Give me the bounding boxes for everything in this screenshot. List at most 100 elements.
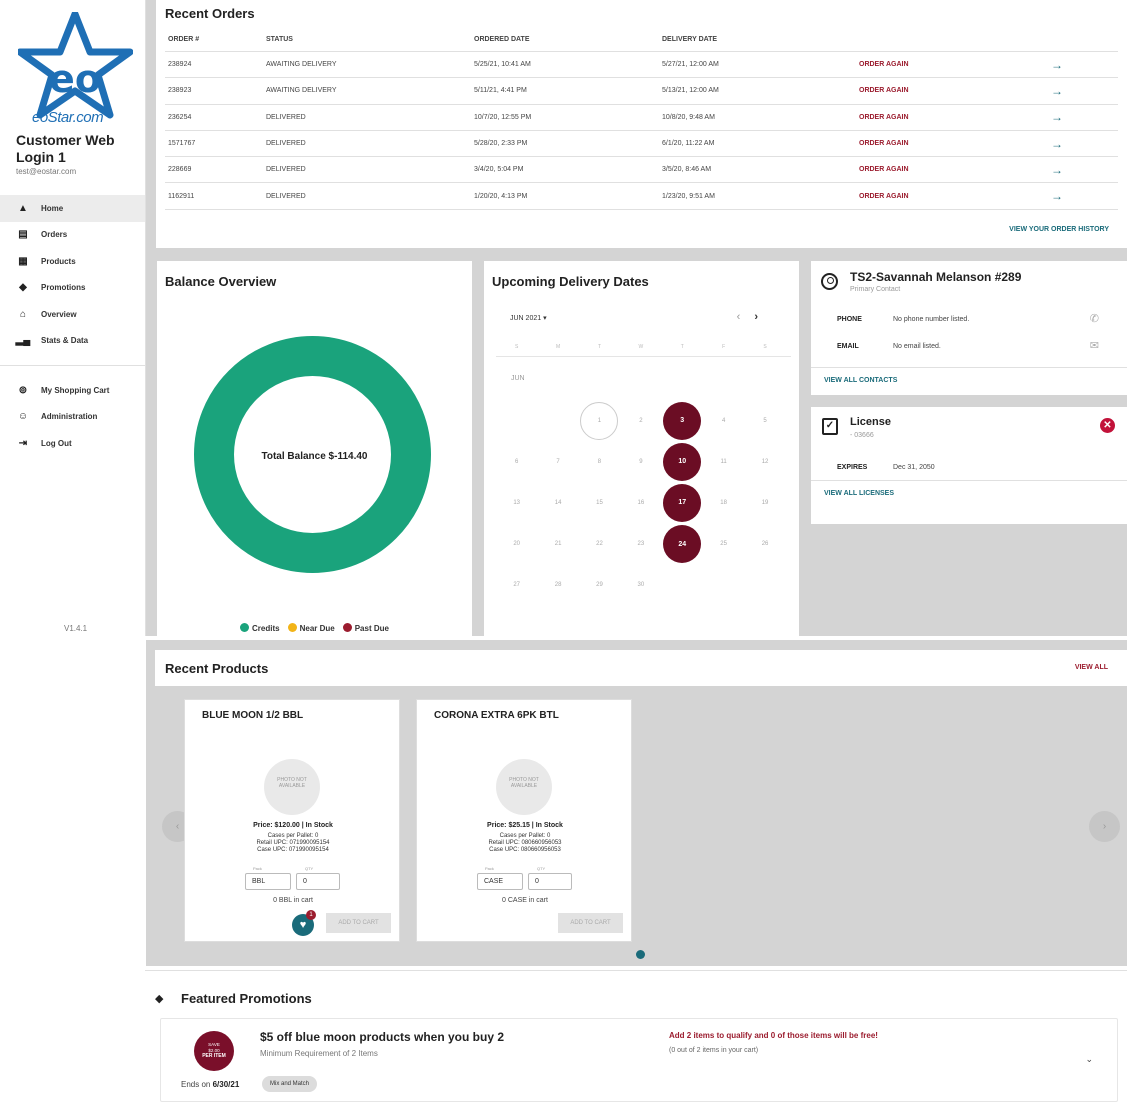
calendar-day[interactable]: 12: [744, 441, 785, 482]
mix-and-match-chip: Mix and Match: [262, 1076, 318, 1092]
promotion-item[interactable]: SAVE $2.00 PER ITEM Ends on 6/30/21 $5 o…: [160, 1018, 1118, 1102]
license-number: - 03666: [850, 432, 874, 439]
sidebar-item-stats[interactable]: ▂▄ Stats & Data: [0, 328, 145, 355]
sidebar-item-cart[interactable]: ⊚ My Shopping Cart: [0, 377, 145, 404]
order-number: 1571767: [168, 140, 196, 148]
phone-icon[interactable]: ✆: [1090, 312, 1099, 325]
calendar-day[interactable]: 20: [496, 524, 537, 565]
sidebar-item-administration[interactable]: ☺ Administration: [0, 404, 145, 431]
order-again-button[interactable]: ORDER AGAIN: [859, 157, 909, 182]
sidebar-item-overview[interactable]: ⌂ Overview: [0, 301, 145, 328]
view-order-history-link[interactable]: VIEW YOUR ORDER HISTORY: [1009, 226, 1109, 233]
calendar-day[interactable]: 19: [744, 482, 785, 523]
calendar-day[interactable]: 9: [620, 441, 661, 482]
calendar-day[interactable]: 29: [579, 565, 620, 606]
calendar-day[interactable]: 28: [537, 565, 578, 606]
carousel-page-dot[interactable]: [636, 950, 645, 959]
pack-label: Pack: [483, 866, 496, 871]
calendar-day[interactable]: 2: [620, 400, 661, 441]
pack-select[interactable]: BBL: [245, 873, 291, 890]
next-month-icon[interactable]: ›: [754, 311, 772, 323]
add-to-cart-button[interactable]: ADD TO CART: [558, 913, 623, 933]
recent-products-header: Recent Products VIEW ALL: [155, 650, 1127, 686]
sidebar-item-home[interactable]: ▲ Home: [0, 195, 145, 222]
sidebar-item-products[interactable]: ▦ Products: [0, 248, 145, 275]
table-row[interactable]: 228669 DELIVERED 3/4/20, 5:04 PM 3/5/20, 8:…: [165, 157, 1118, 184]
sidebar-item-orders[interactable]: ▤ Orders: [0, 222, 145, 249]
table-row[interactable]: 236254 DELIVERED 10/7/20, 12:55 PM 10/8/20,…: [165, 105, 1118, 131]
ordered-date: 3/4/20, 5:04 PM: [474, 166, 524, 174]
calendar-day[interactable]: 1: [579, 400, 620, 441]
calendar-day[interactable]: 13: [496, 482, 537, 523]
table-row[interactable]: 238923 AWAITING DELIVERY 5/11/21, 4:41 PM 5…: [165, 78, 1118, 105]
calendar-day[interactable]: 11: [703, 441, 744, 482]
calendar-month-label: JUN: [511, 375, 525, 382]
calendar-day[interactable]: 24: [662, 524, 703, 565]
order-again-button[interactable]: ORDER AGAIN: [859, 105, 909, 130]
ordered-date: 5/25/21, 10:41 AM: [474, 61, 531, 69]
calendar-day[interactable]: 15: [579, 482, 620, 523]
featured-promotions-title: Featured Promotions: [181, 991, 312, 1006]
arrow-right-icon[interactable]: →: [1051, 52, 1063, 77]
calendar-day[interactable]: 30: [620, 565, 661, 606]
view-all-licenses-link[interactable]: VIEW ALL LICENSES: [824, 490, 894, 497]
calendar-day[interactable]: 14: [537, 482, 578, 523]
calendar-day[interactable]: 6: [496, 441, 537, 482]
user-name: Customer Web Login 1: [16, 132, 115, 165]
in-cart-count: 0 CASE in cart: [502, 897, 548, 904]
arrow-right-icon[interactable]: →: [1051, 78, 1063, 103]
calendar-day[interactable]: 23: [620, 524, 661, 565]
legend-item-past-due[interactable]: Past Due: [342, 623, 389, 633]
table-row[interactable]: 238924 AWAITING DELIVERY 5/25/21, 10:41 AM…: [165, 52, 1118, 79]
close-circle-icon[interactable]: ✕: [1100, 418, 1115, 433]
calendar-day[interactable]: 25: [703, 524, 744, 565]
chevron-down-icon[interactable]: ⌄: [1085, 1054, 1093, 1065]
view-all-products-link[interactable]: VIEW ALL: [1075, 664, 1108, 671]
order-again-button[interactable]: ORDER AGAIN: [859, 78, 909, 103]
mail-icon[interactable]: ✉: [1090, 339, 1099, 352]
legend-item-near-due[interactable]: Near Due: [287, 623, 335, 633]
order-again-button[interactable]: ORDER AGAIN: [859, 184, 909, 209]
prev-month-icon[interactable]: ‹: [737, 311, 755, 323]
order-again-button[interactable]: ORDER AGAIN: [859, 131, 909, 156]
calendar-day[interactable]: 16: [620, 482, 661, 523]
calendar-day[interactable]: 21: [537, 524, 578, 565]
month-select[interactable]: JUN 2021 ▾: [510, 314, 547, 322]
contact-role: Primary Contact: [850, 286, 901, 293]
calendar-day[interactable]: 26: [744, 524, 785, 565]
sidebar-item-label: My Shopping Cart: [41, 385, 110, 395]
view-all-contacts-link[interactable]: VIEW ALL CONTACTS: [824, 377, 897, 384]
calendar-day[interactable]: 8: [579, 441, 620, 482]
add-to-cart-button[interactable]: ADD TO CART: [326, 913, 391, 933]
calendar-day-number: 7: [556, 458, 560, 465]
arrow-right-icon[interactable]: →: [1051, 131, 1063, 156]
calendar-day[interactable]: 22: [579, 524, 620, 565]
legend-item-credits[interactable]: Credits: [240, 623, 280, 633]
calendar-days: 1 2 3 4 5 6 7 8 9 10 11 12 13 14 15 16 17 18 19 20 21 22 23 24 2…: [496, 400, 791, 606]
carousel-next-icon[interactable]: ›: [1089, 811, 1120, 842]
order-again-button[interactable]: ORDER AGAIN: [859, 52, 909, 77]
sidebar-item-promotions[interactable]: ◆ Promotions: [0, 275, 145, 302]
calendar-day[interactable]: 7: [537, 441, 578, 482]
arrow-right-icon[interactable]: →: [1051, 105, 1063, 130]
table-row[interactable]: 1571767 DELIVERED 5/28/20, 2:33 PM 6/1/20, …: [165, 131, 1118, 158]
qty-input[interactable]: 0: [528, 873, 572, 890]
calendar-day[interactable]: 27: [496, 565, 537, 606]
calendar-day[interactable]: 10: [662, 441, 703, 482]
weekday-label: S: [515, 344, 519, 350]
sidebar-item-logout[interactable]: ⇥ Log Out: [0, 430, 145, 457]
calendar-day[interactable]: 18: [703, 482, 744, 523]
arrow-right-icon[interactable]: →: [1051, 184, 1063, 209]
calendar-day[interactable]: 5: [744, 400, 785, 441]
qty-input[interactable]: 0: [296, 873, 340, 890]
pack-select[interactable]: CASE: [477, 873, 523, 890]
user-email: test@eostar.com: [16, 167, 77, 176]
sidebar-item-label: Administration: [41, 412, 98, 422]
expires-row: EXPIRES Dec 31, 2050: [811, 454, 1127, 481]
calendar-day-number: 30: [637, 582, 645, 589]
table-row[interactable]: 1162911 DELIVERED 1/20/20, 4:13 PM 1/23/20,…: [165, 184, 1118, 210]
calendar-day[interactable]: 3: [662, 400, 703, 441]
arrow-right-icon[interactable]: →: [1051, 157, 1063, 182]
calendar-day[interactable]: 4: [703, 400, 744, 441]
calendar-day[interactable]: 17: [662, 482, 703, 523]
